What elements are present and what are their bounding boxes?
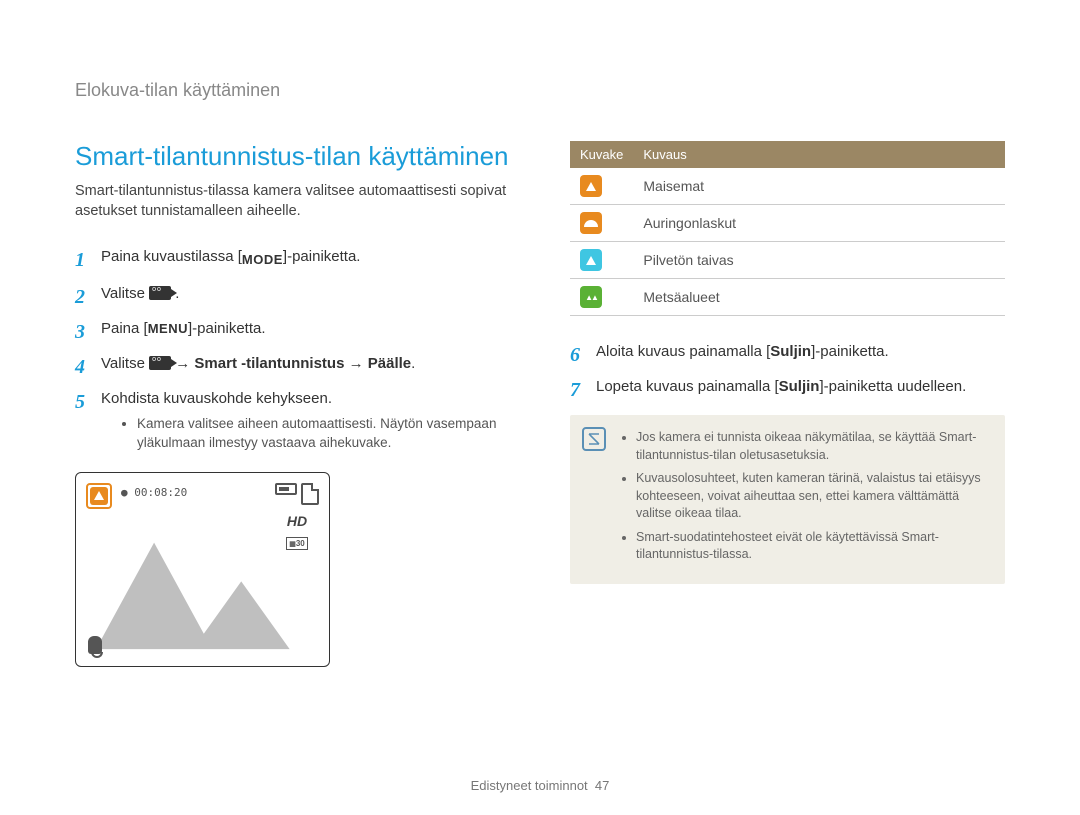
camera-preview: ● 00:08:20 HD ▦30 <box>75 472 330 667</box>
clear-sky-icon <box>580 249 602 271</box>
th-desc: Kuvaus <box>633 141 1005 168</box>
step-4-bold-2: Päälle <box>368 355 411 372</box>
note-item: Jos kamera ei tunnista oikeaa näkymätila… <box>636 429 989 464</box>
step-2-text-a: Valitse <box>101 285 149 302</box>
page-footer: Edistyneet toiminnot 47 <box>0 778 1080 793</box>
row-label: Maisemat <box>633 168 1005 205</box>
step-1-text-b: ]-painiketta. <box>283 248 361 265</box>
step-2: Valitse . <box>75 283 510 304</box>
footer-page-number: 47 <box>595 778 609 793</box>
step-4-text-f: . <box>411 355 415 372</box>
page-title: Smart-tilantunnistus-tilan käyttäminen <box>75 141 510 172</box>
menu-icon: MENU <box>148 321 188 336</box>
battery-icon <box>275 483 297 495</box>
note-list: Jos kamera ei tunnista oikeaa näkymätila… <box>622 429 989 564</box>
steps-list-left: Paina kuvaustilassa [MODE]-painiketta. V… <box>75 246 510 452</box>
step-4-text-a: Valitse <box>101 355 149 372</box>
step-5-sub-item: Kamera valitsee aiheen automaattisesti. … <box>137 415 510 451</box>
scene-indicator-icon <box>86 483 112 509</box>
step-1-text-a: Paina kuvaustilassa [ <box>101 248 242 265</box>
step-4-arrow-2: → <box>344 355 367 372</box>
forest-icon <box>580 286 602 308</box>
steps-list-right: Aloita kuvaus painamalla [Suljin]-painik… <box>570 341 1005 397</box>
note-box: Jos kamera ei tunnista oikeaa näkymätila… <box>570 415 1005 584</box>
row-label: Metsäalueet <box>633 279 1005 316</box>
storage-icon <box>301 483 319 505</box>
hd-icon: HD <box>287 513 307 529</box>
step-6-text-a: Aloita kuvaus painamalla [ <box>596 343 770 360</box>
step-5-text: Kohdista kuvauskohde kehykseen. <box>101 390 332 407</box>
step-6-text-c: ]-painiketta. <box>811 343 889 360</box>
note-icon <box>582 427 606 451</box>
microphone-icon <box>88 636 102 654</box>
video-mode-icon-2 <box>149 356 171 370</box>
mode-icon: MODE <box>242 251 283 269</box>
intro-text: Smart-tilantunnistus-tilassa kamera vali… <box>75 182 510 221</box>
note-item: Smart-suodatintehosteet eivät ole käytet… <box>636 529 989 564</box>
step-7-text-c: ]-painiketta uudelleen. <box>819 378 966 395</box>
row-label: Auringonlaskut <box>633 205 1005 242</box>
scene-icon-table: Kuvake Kuvaus Maisemat Auringonlaskut Pi… <box>570 141 1005 316</box>
table-row: Maisemat <box>570 168 1005 205</box>
landscape-icon <box>580 175 602 197</box>
step-7: Lopeta kuvaus painamalla [Suljin]-painik… <box>570 376 1005 397</box>
breadcrumb: Elokuva-tilan käyttäminen <box>75 80 1005 101</box>
step-3: Paina [MENU]-painiketta. <box>75 318 510 339</box>
footer-section: Edistyneet toiminnot <box>471 778 588 793</box>
table-header-row: Kuvake Kuvaus <box>570 141 1005 168</box>
table-row: Auringonlaskut <box>570 205 1005 242</box>
row-label: Pilvetön taivas <box>633 242 1005 279</box>
step-4-bold-1: Smart -tilantunnistus <box>194 355 344 372</box>
preview-graphic <box>96 531 309 651</box>
timer-value: 00:08:20 <box>134 486 187 499</box>
mountain-icon <box>96 531 309 651</box>
step-7-text-a: Lopeta kuvaus painamalla [ <box>596 378 779 395</box>
video-mode-icon <box>149 286 171 300</box>
left-column: Smart-tilantunnistus-tilan käyttäminen S… <box>75 141 510 667</box>
landscape-scene-icon <box>90 487 108 505</box>
table-row: Pilvetön taivas <box>570 242 1005 279</box>
th-icon: Kuvake <box>570 141 633 168</box>
table-row: Metsäalueet <box>570 279 1005 316</box>
step-4: Valitse → Smart -tilantunnistus → Päälle… <box>75 353 510 374</box>
step-6: Aloita kuvaus painamalla [Suljin]-painik… <box>570 341 1005 362</box>
step-3-text-b: ]-painiketta. <box>188 320 266 337</box>
record-timer: ● 00:08:20 <box>121 486 187 499</box>
note-item: Kuvausolosuhteet, kuten kameran tärinä, … <box>636 470 989 523</box>
content-columns: Smart-tilantunnistus-tilan käyttäminen S… <box>75 141 1005 667</box>
step-5-sublist: Kamera valitsee aiheen automaattisesti. … <box>137 415 510 451</box>
right-column: Kuvake Kuvaus Maisemat Auringonlaskut Pi… <box>570 141 1005 667</box>
sunset-icon <box>580 212 602 234</box>
step-6-bold: Suljin <box>770 343 811 360</box>
step-5: Kohdista kuvauskohde kehykseen. Kamera v… <box>75 388 510 451</box>
step-3-text-a: Paina [ <box>101 320 148 337</box>
step-1: Paina kuvaustilassa [MODE]-painiketta. <box>75 246 510 269</box>
step-7-bold: Suljin <box>779 378 820 395</box>
